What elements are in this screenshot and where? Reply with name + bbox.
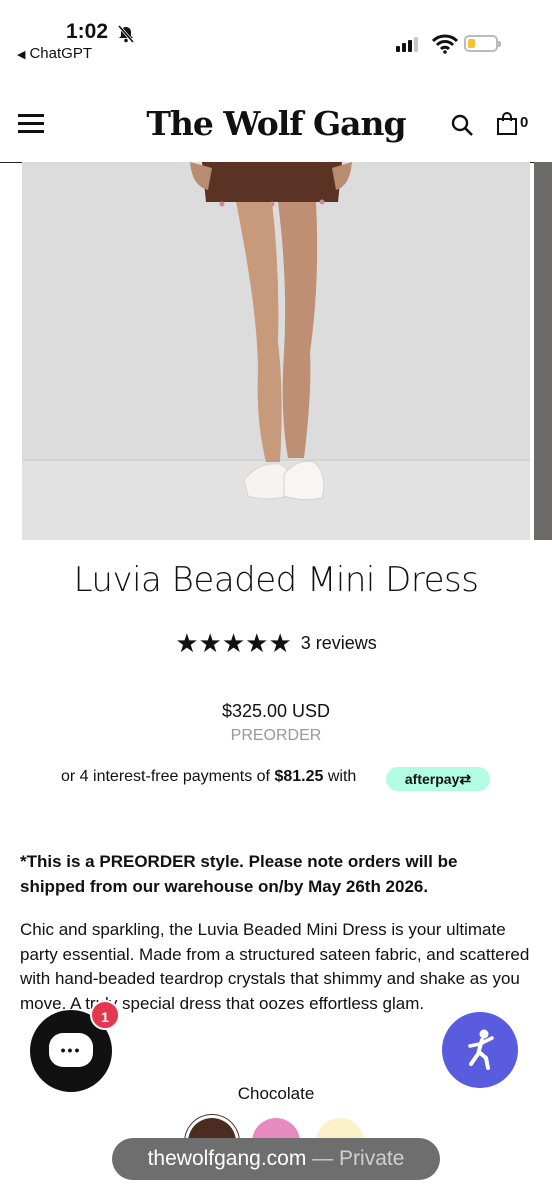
preorder-notice: *This is a PREORDER style. Please note o… bbox=[20, 852, 458, 896]
status-bar: 1:02 ◀ ChatGPT bbox=[0, 0, 552, 80]
url-domain: thewolfgang.com bbox=[147, 1147, 307, 1170]
clock: 1:02 bbox=[66, 20, 109, 43]
installments-text: or 4 interest-free payments of $81.25 wi… bbox=[61, 768, 357, 785]
wifi-icon bbox=[432, 34, 458, 54]
cart-count[interactable]: 0 bbox=[520, 114, 528, 131]
color-label: Chocolate bbox=[237, 1084, 315, 1103]
afterpay-badge[interactable]: afterpay⇄ bbox=[386, 767, 490, 791]
accessibility-button[interactable] bbox=[442, 1012, 518, 1088]
model-legs-photo bbox=[22, 162, 530, 540]
installment-amount: $81.25 bbox=[274, 768, 324, 785]
back-to-app[interactable]: ◀ ChatGPT bbox=[17, 45, 92, 62]
product-image[interactable] bbox=[22, 162, 530, 540]
accessibility-icon bbox=[468, 1029, 494, 1070]
site-header: The Wolf Gang 0 bbox=[0, 88, 552, 163]
cell-signal-icon bbox=[396, 36, 424, 52]
back-triangle-icon: ◀ bbox=[17, 49, 26, 61]
chat-notification-badge: 1 bbox=[90, 1000, 120, 1030]
browser-url-bar[interactable]: thewolfgang.com — Private bbox=[112, 1138, 440, 1180]
battery-icon bbox=[464, 35, 501, 52]
next-product-image[interactable] bbox=[534, 162, 552, 540]
bell-muted-icon bbox=[117, 25, 135, 43]
search-icon[interactable] bbox=[450, 113, 474, 137]
chat-bubble-icon: ••• bbox=[49, 1033, 93, 1067]
star-rating-icons: ★★★★★ bbox=[175, 628, 292, 658]
product-title: Luvia Beaded Mini Dress bbox=[73, 560, 479, 600]
cart-icon[interactable] bbox=[496, 112, 518, 136]
product-price: $325.00 USD bbox=[221, 701, 331, 721]
availability-status: PREORDER bbox=[230, 727, 322, 744]
reviews-link[interactable]: 3 reviews bbox=[301, 633, 377, 653]
product-rating[interactable]: ★★★★★ 3 reviews bbox=[0, 628, 552, 659]
private-mode-label: — Private bbox=[306, 1147, 405, 1170]
chat-button[interactable]: ••• 1 bbox=[30, 1000, 120, 1092]
